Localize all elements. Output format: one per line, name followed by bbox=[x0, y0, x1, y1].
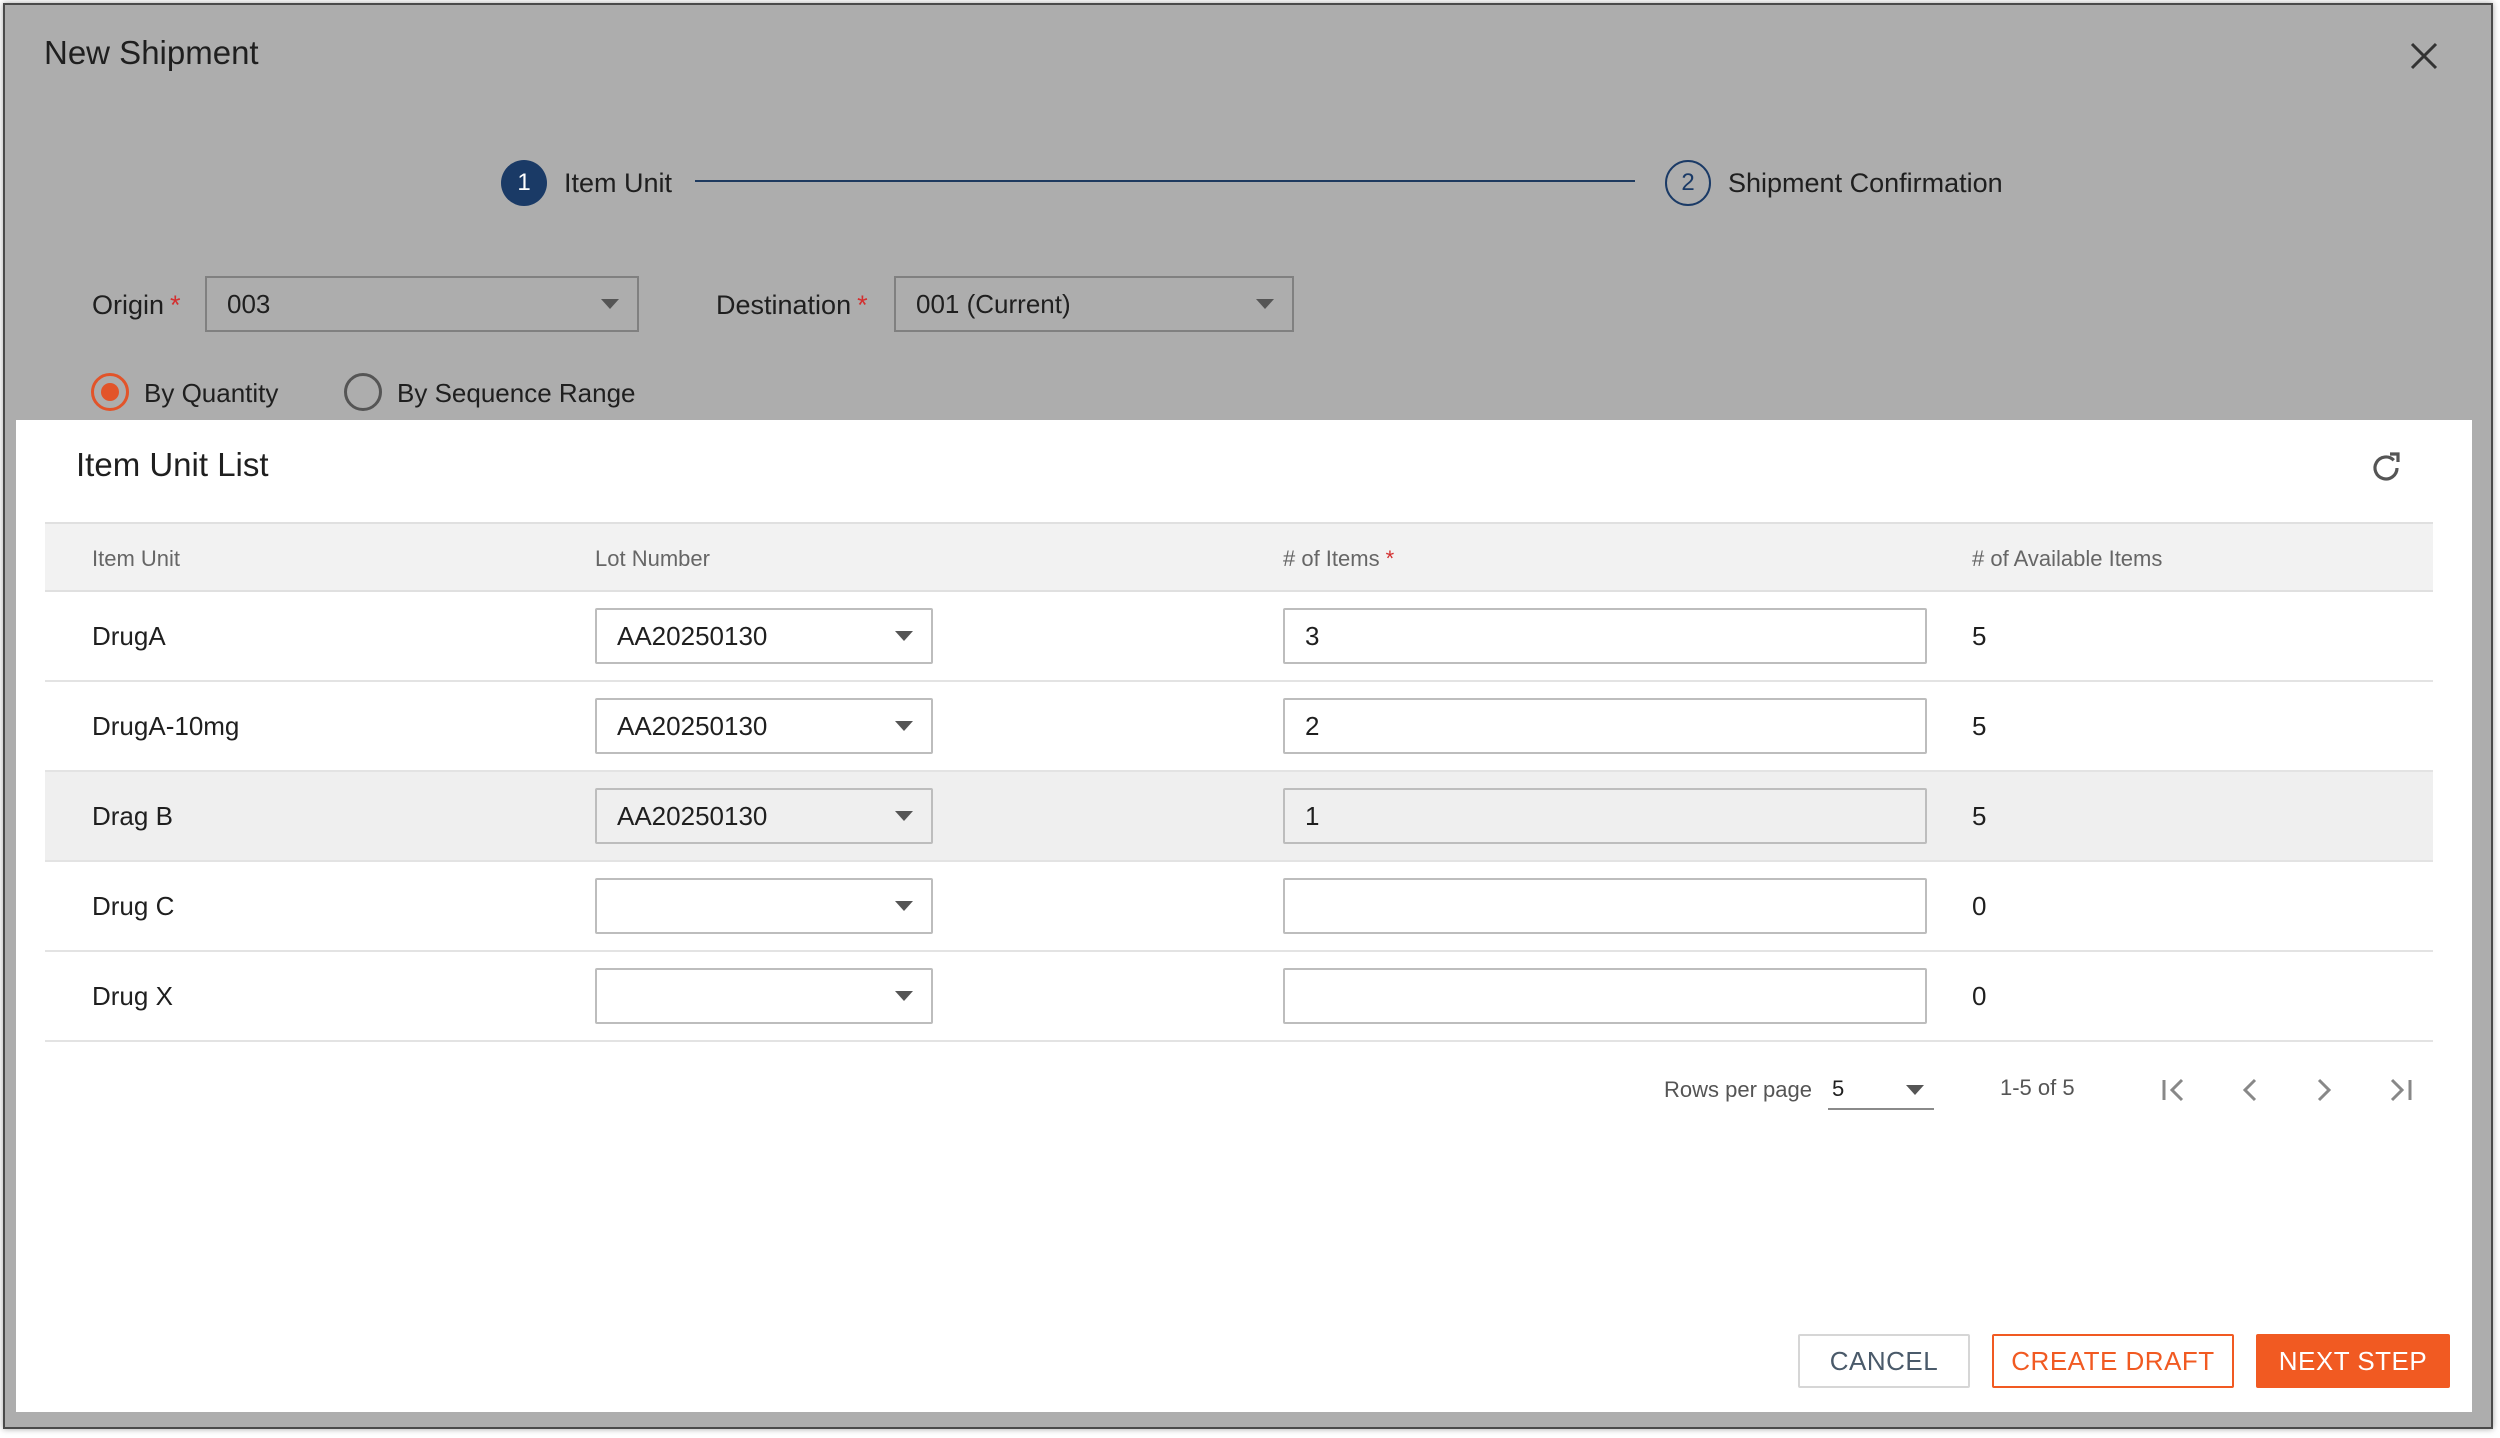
chevron-down-icon bbox=[895, 901, 913, 911]
item-unit-cell: Drug X bbox=[92, 981, 173, 1011]
num-items-input[interactable]: 3 bbox=[1283, 608, 1927, 664]
step-1-label: Item Unit bbox=[564, 168, 673, 198]
step-2-label: Shipment Confirmation bbox=[1728, 168, 2003, 198]
next-page-icon[interactable] bbox=[2304, 1070, 2344, 1110]
by-quantity-radio[interactable] bbox=[91, 373, 129, 411]
destination-select[interactable]: 001 (Current) bbox=[894, 276, 1294, 332]
last-page-icon[interactable] bbox=[2380, 1070, 2420, 1110]
create-draft-button[interactable]: CREATE DRAFT bbox=[1992, 1334, 2234, 1388]
item-unit-list-title: Item Unit List bbox=[76, 446, 269, 483]
item-unit-cell: Drug C bbox=[92, 891, 175, 921]
available-items-cell: 0 bbox=[1972, 891, 1987, 921]
first-page-icon[interactable] bbox=[2154, 1070, 2194, 1110]
chevron-down-icon bbox=[601, 299, 619, 309]
table-row: DrugA-10mg AA20250130 2 5 bbox=[45, 682, 2433, 772]
table-row: Drug C 0 bbox=[45, 862, 2433, 952]
lot-number-select[interactable]: AA20250130 bbox=[595, 788, 933, 844]
available-items-cell: 5 bbox=[1972, 801, 1987, 831]
table-row: DrugA AA20250130 3 5 bbox=[45, 592, 2433, 682]
column-header-lot-number: Lot Number bbox=[595, 546, 710, 571]
next-step-button[interactable]: NEXT STEP bbox=[2256, 1334, 2450, 1388]
origin-value: 003 bbox=[227, 288, 271, 319]
dialog-title: New Shipment bbox=[44, 34, 259, 71]
step-2-indicator: 2 bbox=[1665, 160, 1711, 206]
close-icon[interactable] bbox=[2404, 36, 2444, 76]
step-1-indicator: 1 bbox=[501, 160, 547, 206]
num-items-input[interactable]: 2 bbox=[1283, 698, 1927, 754]
num-items-input[interactable]: 1 bbox=[1283, 788, 1927, 844]
chevron-down-icon bbox=[895, 631, 913, 641]
available-items-cell: 5 bbox=[1972, 711, 1987, 741]
item-unit-cell: DrugA bbox=[92, 621, 166, 651]
by-quantity-label: By Quantity bbox=[144, 378, 279, 408]
num-items-input[interactable] bbox=[1283, 878, 1927, 934]
by-sequence-range-radio[interactable] bbox=[344, 373, 382, 411]
lot-number-select[interactable]: AA20250130 bbox=[595, 698, 933, 754]
column-header-available-items: # of Available Items bbox=[1972, 546, 2163, 571]
refresh-icon[interactable] bbox=[2366, 448, 2406, 488]
required-marker: * bbox=[1385, 546, 1395, 571]
table-row: Drug X 0 bbox=[45, 952, 2433, 1042]
item-unit-cell: DrugA-10mg bbox=[92, 711, 240, 741]
origin-label: Origin * bbox=[92, 290, 181, 320]
previous-page-icon[interactable] bbox=[2230, 1070, 2270, 1110]
table-row: Drag B AA20250130 1 5 bbox=[45, 772, 2433, 862]
destination-value: 001 (Current) bbox=[916, 288, 1071, 319]
chevron-down-icon bbox=[1906, 1085, 1924, 1095]
num-items-input[interactable] bbox=[1283, 968, 1927, 1024]
rows-per-page-select[interactable]: 5 bbox=[1828, 1070, 1934, 1110]
required-marker: * bbox=[170, 290, 181, 320]
table-header: Item Unit Lot Number # of Items * # of Av… bbox=[45, 522, 2433, 592]
by-sequence-range-label: By Sequence Range bbox=[397, 378, 636, 408]
chevron-down-icon bbox=[895, 721, 913, 731]
chevron-down-icon bbox=[895, 991, 913, 1001]
lot-number-select[interactable] bbox=[595, 968, 933, 1024]
column-header-num-items: # of Items * bbox=[1283, 546, 1395, 571]
stepper-connector bbox=[695, 180, 1635, 182]
lot-number-select[interactable] bbox=[595, 878, 933, 934]
available-items-cell: 0 bbox=[1972, 981, 1987, 1011]
chevron-down-icon bbox=[895, 811, 913, 821]
lot-number-select[interactable]: AA20250130 bbox=[595, 608, 933, 664]
cancel-button[interactable]: CANCEL bbox=[1798, 1334, 1970, 1388]
column-header-item-unit: Item Unit bbox=[92, 546, 181, 571]
pagination-range: 1-5 of 5 bbox=[2000, 1075, 2075, 1100]
available-items-cell: 5 bbox=[1972, 621, 1987, 651]
required-marker: * bbox=[857, 290, 868, 320]
rows-per-page-label: Rows per page bbox=[1664, 1077, 1812, 1102]
destination-label: Destination * bbox=[716, 290, 868, 320]
origin-select[interactable]: 003 bbox=[205, 276, 639, 332]
chevron-down-icon bbox=[1256, 299, 1274, 309]
item-unit-cell: Drag B bbox=[92, 801, 173, 831]
